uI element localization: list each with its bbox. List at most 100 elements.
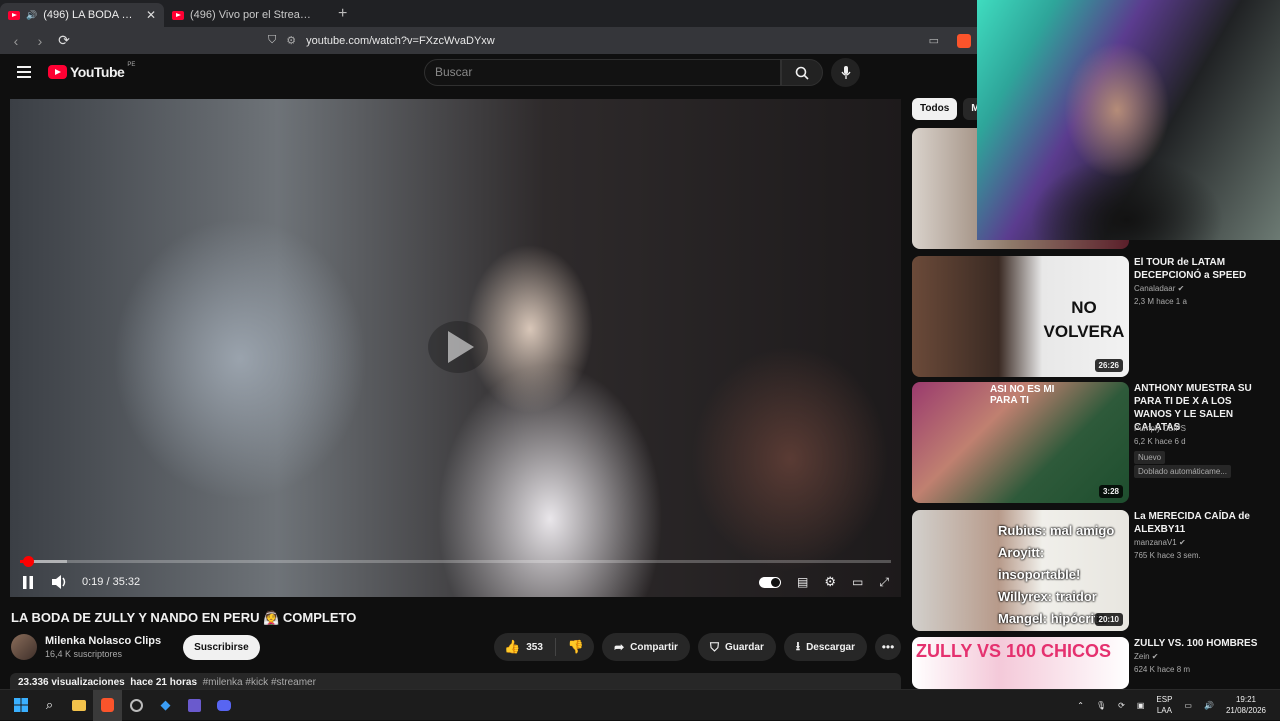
- recommendation-item[interactable]: ZULLY VS 100 CHICOS ZULLY VS. 100 HOMBRE…: [912, 637, 1272, 689]
- language-indicator[interactable]: ESP LAA: [1156, 694, 1172, 716]
- time-total: 35:32: [112, 576, 141, 588]
- recommendation-thumbnail[interactable]: ASI NO ES MI PARA TI 3:28: [912, 382, 1129, 503]
- thumbnail-line: Rubius: mal amigo: [998, 523, 1115, 538]
- file-explorer-icon[interactable]: [64, 690, 93, 721]
- progress-bar[interactable]: [20, 556, 891, 567]
- recommendation-thumbnail[interactable]: NO VOLVERA 26:26: [912, 256, 1129, 377]
- channel-row: Milenka Nolasco Clips 16,4 K suscriptore…: [11, 633, 901, 661]
- video-player[interactable]: 0:19 / 35:32 ▤ ⚙ ▭ ⤢: [10, 99, 901, 597]
- search-taskbar-icon[interactable]: ⌕: [35, 690, 64, 721]
- back-icon[interactable]: ‹: [6, 33, 26, 49]
- search-input[interactable]: Buscar: [424, 59, 781, 86]
- logo-text: YouTube: [70, 64, 125, 80]
- recommendation-item[interactable]: Rubius: mal amigo Aroyitt: insoportable!…: [912, 510, 1272, 631]
- recommendation-title: El TOUR de LATAM DECEPCIONÓ a SPEED: [1134, 257, 1247, 281]
- search-button[interactable]: [781, 59, 823, 86]
- site-info-icon[interactable]: ⚙: [286, 34, 296, 47]
- youtube-favicon-icon: [8, 10, 20, 20]
- description-box[interactable]: 23.336 visualizaciones hace 21 horas #mi…: [10, 673, 901, 689]
- youtube-logo-icon: [48, 65, 67, 79]
- recommendation-channel: Zein ✔: [1134, 652, 1266, 661]
- menu-icon[interactable]: [17, 66, 31, 81]
- player-controls: 0:19 / 35:32 ▤ ⚙ ▭ ⤢: [10, 567, 901, 597]
- start-button[interactable]: [6, 690, 35, 721]
- pause-icon[interactable]: [22, 575, 34, 589]
- network-icon[interactable]: ▭: [1184, 701, 1192, 710]
- view-count: 23.336 visualizaciones: [18, 677, 125, 688]
- recommendation-thumbnail[interactable]: Rubius: mal amigo Aroyitt: insoportable!…: [912, 510, 1129, 631]
- brave-browser-icon[interactable]: [93, 689, 122, 721]
- brave-shield-icon[interactable]: [957, 33, 971, 48]
- channel-avatar[interactable]: [11, 634, 37, 660]
- bookmark-icon: ⛉: [709, 639, 719, 654]
- tray-overflow-icon[interactable]: ⌃: [1077, 701, 1084, 710]
- thumbnail-line: Aroyitt: insoportable!: [998, 545, 1081, 582]
- scrubber-handle[interactable]: [22, 556, 34, 567]
- settings-icon[interactable]: ⚙: [824, 574, 836, 590]
- youtube-logo[interactable]: YouTube PE: [48, 62, 136, 80]
- microphone-tray-icon[interactable]: 🎙: [1096, 701, 1106, 710]
- address-bar: ‹ › ⟳ ⛉ ⚙ youtube.com/watch?v=FXzcWvaDYx…: [0, 27, 977, 54]
- browser-tab-active[interactable]: 🔊 (496) LA BODA DE ZULLY Y NANDO ✕: [0, 3, 164, 27]
- fullscreen-icon[interactable]: ⤢: [879, 575, 889, 590]
- country-code: PE: [127, 62, 136, 68]
- app-icon[interactable]: [122, 690, 151, 721]
- recommendation-channel: manzanaV1 ✔: [1134, 538, 1266, 547]
- volume-icon[interactable]: [52, 575, 68, 589]
- discord-icon[interactable]: [209, 690, 238, 721]
- time-display: 0:19 / 35:32: [82, 576, 141, 588]
- clock[interactable]: 19:21 21/08/2026: [1226, 694, 1266, 716]
- play-overlay-icon[interactable]: [428, 321, 488, 373]
- forward-icon[interactable]: ›: [30, 33, 50, 49]
- url-text: youtube.com/watch?v=FXzcWvaDYxw: [306, 34, 495, 47]
- autoplay-toggle[interactable]: [759, 576, 782, 588]
- theater-mode-icon[interactable]: ▭: [852, 575, 863, 589]
- thumbnail-text: ZULLY VS 100 CHICOS: [916, 641, 1112, 661]
- recommendation-item[interactable]: NO VOLVERA 26:26 El TOUR de LATAM DECEPC…: [912, 256, 1272, 377]
- dislike-icon[interactable]: 👎: [568, 639, 584, 655]
- new-tab-button[interactable]: +: [328, 3, 357, 27]
- recommendation-stats: 2,3 M hace 1 a: [1134, 297, 1187, 306]
- close-tab-icon[interactable]: ✕: [146, 8, 156, 22]
- more-actions-button[interactable]: •••: [875, 634, 901, 660]
- url-field[interactable]: ⛉ ⚙ youtube.com/watch?v=FXzcWvaDYxw: [268, 34, 925, 47]
- subscribe-button[interactable]: Suscribirse: [183, 634, 260, 660]
- verified-icon: ✔: [1177, 284, 1185, 293]
- subtitles-icon[interactable]: ▤: [797, 575, 808, 589]
- like-count: 353: [526, 641, 543, 653]
- chip-todos[interactable]: Todos: [912, 98, 958, 120]
- bookmark-icon[interactable]: ⛉: [268, 34, 276, 47]
- thumbnail-text: NO VOLVERA: [1043, 298, 1125, 341]
- keyboard-layout: LAA: [1156, 706, 1172, 715]
- youtube-favicon-icon: [172, 10, 184, 20]
- app-tray-icon[interactable]: ▣: [1137, 701, 1145, 710]
- channel-name[interactable]: Milenka Nolasco Clips: [45, 635, 161, 647]
- subscriber-count: 16,4 K suscriptores: [45, 649, 123, 659]
- dubbed-badge: Doblado automáticame...: [1134, 465, 1231, 478]
- reload-icon[interactable]: ⟳: [54, 32, 74, 49]
- language: ESP: [1156, 695, 1173, 704]
- volume-tray-icon[interactable]: 🔊: [1204, 701, 1214, 710]
- download-button[interactable]: ⭳ Descargar: [783, 633, 867, 661]
- save-label: Guardar: [724, 641, 764, 653]
- recommendation-item[interactable]: ASI NO ES MI PARA TI 3:28 ANTHONY MUESTR…: [912, 382, 1272, 503]
- hashtags[interactable]: #milenka #kick #streamer: [203, 677, 316, 688]
- time: 19:21: [1235, 695, 1256, 704]
- system-tray: ⌃ 🎙 ⟳ ▣ ESP LAA ▭ 🔊 19:21 21/08/2026: [1077, 694, 1280, 716]
- recommendation-thumbnail[interactable]: ZULLY VS 100 CHICOS: [912, 637, 1129, 689]
- channel-name: manzanaV1: [1134, 538, 1177, 547]
- app-icon[interactable]: ◆: [151, 690, 180, 721]
- download-icon: ⭳: [795, 638, 801, 653]
- windows-taskbar: ⌕ ◆ ⌃ 🎙 ⟳ ▣ ESP LAA ▭ 🔊 19:21 21/08/2026: [0, 689, 1280, 721]
- app-icon[interactable]: [180, 690, 209, 721]
- video-duration: 26:26: [1094, 359, 1123, 372]
- browser-tab[interactable]: (496) Vivo por el Streaming - YouTube: [164, 3, 328, 27]
- share-icon: ➦: [614, 640, 625, 654]
- like-button[interactable]: 👍 353 👎: [494, 633, 595, 661]
- browser-tabbar: 🔊 (496) LA BODA DE ZULLY Y NANDO ✕ (496)…: [0, 0, 977, 27]
- voice-search-button[interactable]: [831, 58, 860, 87]
- share-button[interactable]: ➦ Compartir: [602, 633, 690, 661]
- save-button[interactable]: ⛉ Guardar: [697, 633, 776, 661]
- sync-icon[interactable]: ⟳: [1118, 701, 1125, 710]
- cast-icon[interactable]: ▭: [929, 34, 939, 47]
